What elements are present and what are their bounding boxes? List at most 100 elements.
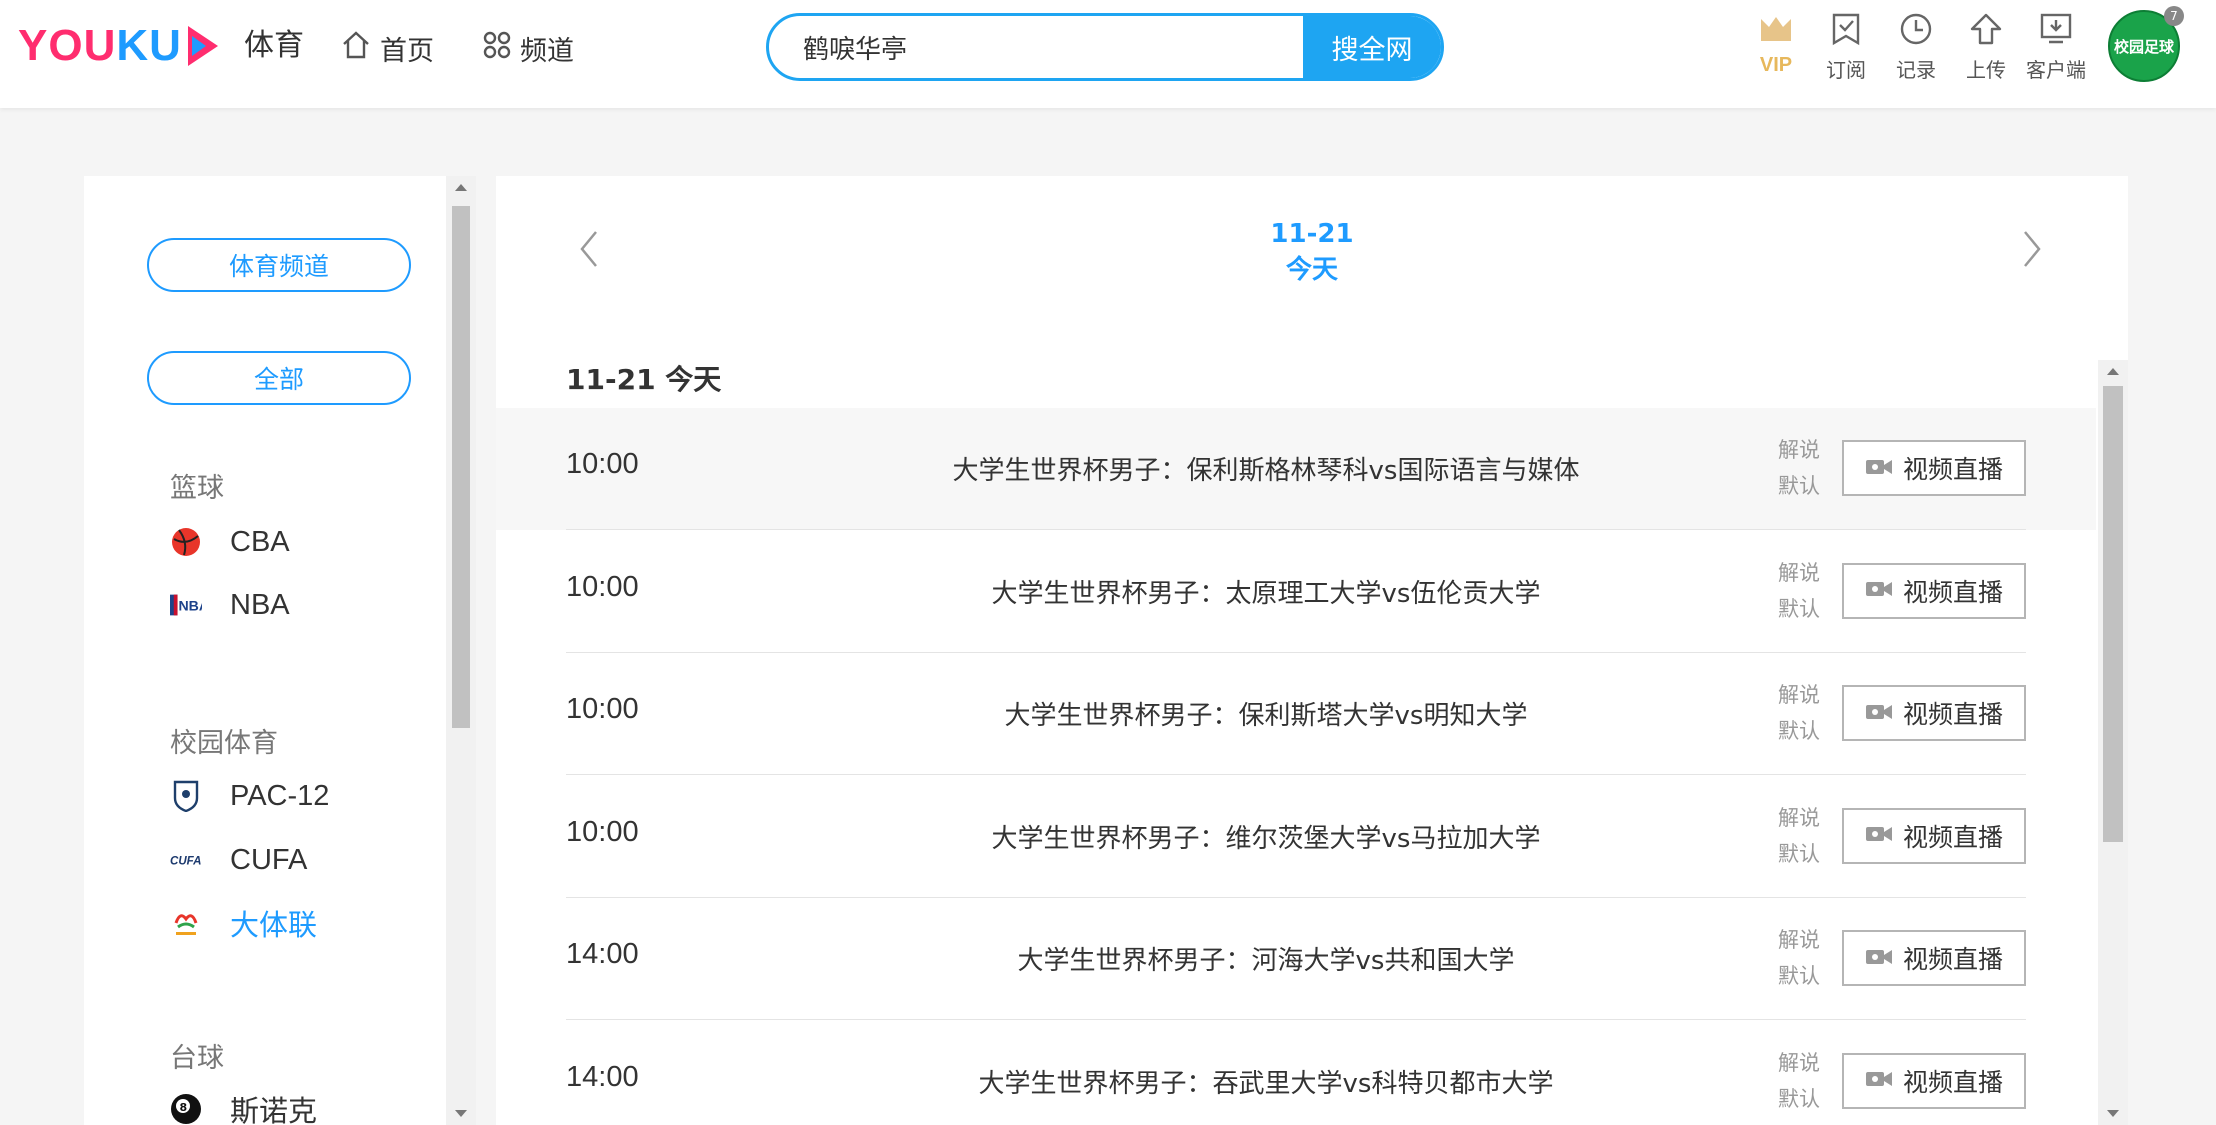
category-title-billiards: 台球 — [170, 1043, 224, 1074]
scroll-up-icon[interactable] — [2107, 368, 2119, 375]
crown-icon — [1758, 8, 1794, 50]
svg-text:NBA: NBA — [178, 598, 202, 614]
match-title[interactable]: 大学生世界杯男子：太原理工大学vs伍伦贡大学 — [796, 573, 1736, 610]
grid-icon — [482, 30, 512, 67]
sidebar-scrollbar[interactable] — [446, 176, 476, 1125]
cufa-icon: CUFA — [170, 844, 202, 876]
bookmark-icon — [1829, 8, 1863, 50]
svg-text:8: 8 — [180, 1101, 188, 1114]
scroll-down-icon[interactable] — [2107, 1110, 2119, 1117]
search-button[interactable]: 搜全网 — [1303, 16, 1441, 78]
search-input[interactable] — [769, 16, 1305, 78]
live-video-button[interactable]: 视频直播 — [1842, 930, 2026, 986]
live-video-label: 视频直播 — [1902, 1067, 2003, 1097]
match-row[interactable]: 14:00 大学生世界杯男子：河海大学vs共和国大学 解说默认 视频直播 — [496, 898, 2096, 1020]
commentary-label: 解说 — [1778, 438, 1820, 462]
section-title: 11-21 今天 — [566, 363, 722, 396]
schedule-scrollbar[interactable] — [2098, 360, 2128, 1125]
sidebar: 体育频道 全部 篮球 CBA NBA NBA 校园体育 PAC-12 CUFA … — [84, 176, 476, 1125]
live-video-button[interactable]: 视频直播 — [1842, 440, 2026, 496]
match-row[interactable]: 14:00 大学生世界杯男子：吞武里大学vs科特贝都市大学 解说默认 视频直播 — [496, 1021, 2096, 1125]
cba-icon — [170, 526, 202, 558]
commentary-label: 解说 — [1778, 683, 1820, 707]
all-button[interactable]: 全部 — [147, 351, 411, 405]
upload-icon — [1969, 8, 2003, 50]
match-title[interactable]: 大学生世界杯男子：保利斯塔大学vs明知大学 — [796, 695, 1736, 732]
svg-text:CUFA: CUFA — [170, 855, 201, 867]
league-cufa[interactable]: CUFA CUFA — [170, 838, 307, 882]
match-time: 10:00 — [566, 570, 639, 603]
commentary-label: 解说 — [1778, 1050, 1820, 1075]
match-row[interactable]: 10:00 大学生世界杯男子：维尔茨堡大学vs马拉加大学 解说默认 视频直播 — [496, 776, 2096, 898]
commentary-info: 解说 默认 — [1778, 432, 1820, 504]
video-camera-icon — [1865, 576, 1893, 605]
commentary-info: 解说 默认 — [1778, 1045, 1820, 1117]
date-header: 11-21 今天 — [496, 216, 2128, 288]
match-time: 14:00 — [566, 1060, 639, 1093]
live-video-button[interactable]: 视频直播 — [1842, 807, 2026, 864]
commentary-label: 解说 — [1778, 928, 1820, 952]
category-title-basketball: 篮球 — [170, 473, 224, 504]
league-snooker[interactable]: 8 斯诺克 — [170, 1087, 317, 1125]
match-row[interactable]: 10:00 大学生世界杯男子：太原理工大学vs伍伦贡大学 解说 默认 视频直播 — [496, 531, 2096, 653]
video-camera-icon — [1865, 699, 1893, 728]
video-camera-icon — [1865, 821, 1893, 850]
match-time: 14:00 — [566, 938, 639, 970]
commentary-label: 解说 — [1778, 805, 1820, 830]
nav-channels-label: 频道 — [520, 35, 574, 67]
date-label: 今天 — [1285, 255, 1338, 285]
league-daitilian[interactable]: 大体联 — [170, 901, 317, 945]
commentary-value: 默认 — [1778, 841, 1820, 866]
youku-logo[interactable]: YOUKU — [18, 22, 218, 70]
sports-channel-button[interactable]: 体育频道 — [147, 238, 411, 292]
notification-badge: 7 — [2164, 6, 2184, 26]
live-video-label: 视频直播 — [1902, 455, 2003, 484]
history-button[interactable]: 记录 — [1881, 8, 1951, 84]
match-row[interactable]: 10:00 大学生世界杯男子：保利斯塔大学vs明知大学 解说 默认 视频直播 — [496, 653, 2096, 775]
subscribe-button[interactable]: 订阅 — [1811, 8, 1881, 84]
commentary-value: 默认 — [1778, 964, 1820, 988]
commentary-info: 解说 默认 — [1778, 677, 1820, 749]
channel-name[interactable]: 体育 — [244, 26, 304, 66]
video-camera-icon — [1865, 454, 1893, 483]
scroll-down-icon[interactable] — [455, 1110, 467, 1117]
daitilian-icon — [170, 907, 202, 939]
live-video-button[interactable]: 视频直播 — [1842, 562, 2026, 619]
commentary-info: 解说 默认 — [1778, 800, 1820, 872]
league-nba[interactable]: NBA NBA — [170, 583, 290, 627]
league-pac12[interactable]: PAC-12 — [170, 774, 329, 818]
eight-ball-icon: 8 — [170, 1093, 202, 1125]
nav-channels[interactable]: 频道 — [482, 28, 574, 68]
commentary-value: 默认 — [1778, 1086, 1820, 1111]
live-video-label: 视频直播 — [1902, 822, 2003, 852]
match-time: 10:00 — [566, 815, 639, 848]
home-icon — [340, 29, 372, 68]
commentary-info: 解说 默认 — [1778, 922, 1820, 994]
scroll-up-icon[interactable] — [455, 184, 467, 191]
match-row[interactable]: 10:00 大学生世界杯男子：保利斯格林琴科vs国际语言与媒体 解说 默认 视频直播 — [496, 408, 2096, 530]
match-title[interactable]: 大学生世界杯男子：吞武里大学vs科特贝都市大学 — [796, 1063, 1736, 1100]
live-video-button[interactable]: 视频直播 — [1842, 1052, 2026, 1109]
nav-home[interactable]: 首页 — [340, 28, 434, 68]
client-download-button[interactable]: 客户端 — [2021, 8, 2091, 84]
nav-home-label: 首页 — [380, 35, 434, 67]
nba-icon: NBA — [170, 589, 202, 621]
next-day-button[interactable] — [2017, 224, 2047, 274]
match-time: 10:00 — [566, 448, 639, 480]
match-title[interactable]: 大学生世界杯男子：保利斯格林琴科vs国际语言与媒体 — [796, 450, 1736, 487]
video-camera-icon — [1865, 944, 1893, 973]
vip-button[interactable]: VIP — [1741, 8, 1811, 84]
league-cba[interactable]: CBA — [170, 520, 290, 564]
upload-button[interactable]: 上传 — [1951, 8, 2021, 84]
sidebar-scroll-thumb[interactable] — [452, 206, 470, 728]
top-header: YOUKU 体育 首页 频道 搜全网 VIP 订阅 记录 — [0, 0, 2216, 108]
match-title[interactable]: 大学生世界杯男子：河海大学vs共和国大学 — [796, 940, 1736, 977]
commentary-value: 默认 — [1778, 719, 1820, 743]
commentary-value: 默认 — [1778, 596, 1820, 621]
chevron-right-icon — [2024, 231, 2041, 267]
schedule-scroll-thumb[interactable] — [2103, 386, 2123, 842]
match-title[interactable]: 大学生世界杯男子：维尔茨堡大学vs马拉加大学 — [796, 818, 1736, 855]
live-video-button[interactable]: 视频直播 — [1842, 685, 2026, 741]
video-camera-icon — [1865, 1066, 1893, 1095]
live-video-label: 视频直播 — [1902, 700, 2003, 729]
